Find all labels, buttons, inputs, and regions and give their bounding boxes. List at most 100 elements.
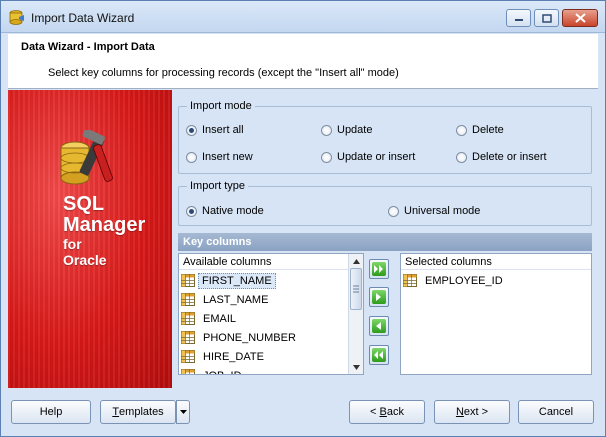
scroll-thumb[interactable]: [350, 268, 362, 310]
move-all-left-icon: [374, 351, 383, 359]
radio-button-icon: [388, 205, 399, 217]
radio-label: Delete: [472, 124, 504, 136]
radio-delete[interactable]: Delete: [456, 124, 504, 136]
product-name-line4: Oracle: [63, 252, 107, 268]
radio-label: Update: [337, 124, 373, 136]
database-wizard-icon: [9, 10, 24, 25]
templates-label-accel: T: [112, 406, 120, 418]
product-name-line2: Manager: [63, 214, 146, 236]
list-item-label: PHONE_NUMBER: [203, 331, 296, 344]
selected-columns-list[interactable]: Selected columns EMPLOYEE_ID: [400, 253, 592, 375]
radio-button-icon: [456, 124, 467, 136]
import-mode-group: Import mode: [178, 100, 592, 174]
radio-native-mode[interactable]: Native mode: [186, 205, 264, 217]
scroll-down-icon: [352, 364, 360, 370]
product-name-line1: SQL: [63, 193, 105, 215]
page-subtitle: Select key columns for processing record…: [48, 67, 399, 79]
radio-delete-or-insert[interactable]: Delete or insert: [456, 151, 547, 163]
cancel-button[interactable]: Cancel: [518, 400, 594, 424]
list-item-label: LAST_NAME: [203, 293, 269, 306]
title-bar[interactable]: Import Data Wizard: [1, 1, 605, 33]
radio-button-icon: [456, 151, 467, 163]
import-type-label: Import type: [187, 180, 249, 192]
minimize-icon: [514, 19, 523, 21]
move-right-button[interactable]: [369, 287, 389, 307]
list-item[interactable]: HIRE_DATE: [179, 347, 348, 366]
close-icon: [574, 13, 586, 23]
back-button[interactable]: < Back: [349, 400, 425, 424]
product-name: SQL Manager for Oracle: [63, 193, 146, 269]
list-item[interactable]: EMAIL: [179, 309, 348, 328]
key-columns-header: Key columns: [178, 233, 592, 251]
column-icon: [403, 274, 417, 287]
list-item[interactable]: EMPLOYEE_ID: [401, 271, 591, 290]
vertical-scrollbar[interactable]: [348, 254, 363, 374]
list-item-label: HIRE_DATE: [203, 350, 264, 363]
maximize-button[interactable]: [534, 9, 559, 27]
radio-button-icon: [186, 124, 197, 136]
column-icon: [181, 274, 195, 287]
column-icon: [181, 331, 195, 344]
radio-label: Update or insert: [337, 151, 416, 163]
radio-label: Native mode: [202, 205, 264, 217]
help-button[interactable]: Help: [11, 400, 91, 424]
column-icon: [181, 312, 195, 325]
list-item[interactable]: FIRST_NAME: [179, 271, 348, 290]
available-columns-list[interactable]: Available columns FIRST_NAME LAST_NAME EMA…: [178, 253, 364, 375]
column-icon: [181, 369, 195, 374]
list-item-label: JOB_ID: [198, 368, 247, 375]
radio-button-icon: [186, 151, 197, 163]
wizard-header: Data Wizard - Import Data Select key col…: [8, 34, 598, 89]
wizard-body: SQL Manager for Oracle Import mode Inser…: [8, 90, 598, 388]
available-columns-items: FIRST_NAME LAST_NAME EMAIL PHONE_NUMBER HIRE…: [179, 270, 348, 374]
import-data-wizard-window: Import Data Wizard Data Wizard - Import …: [0, 0, 606, 437]
list-item-label: EMPLOYEE_ID: [425, 274, 503, 287]
templates-button[interactable]: Templates: [100, 400, 176, 424]
move-left-icon: [376, 322, 381, 330]
radio-button-icon: [321, 151, 332, 163]
radio-label: Insert new: [202, 151, 253, 163]
import-mode-label: Import mode: [187, 100, 255, 112]
scroll-up-button[interactable]: [349, 254, 363, 268]
radio-label: Delete or insert: [472, 151, 547, 163]
page-title: Data Wizard - Import Data: [21, 41, 155, 53]
column-icon: [181, 293, 195, 306]
move-left-button[interactable]: [369, 316, 389, 336]
radio-update-or-insert[interactable]: Update or insert: [321, 151, 415, 163]
maximize-icon: [541, 13, 552, 23]
sql-manager-logo-icon: [60, 130, 113, 185]
available-columns-header: Available columns: [179, 254, 348, 270]
radio-update[interactable]: Update: [321, 124, 372, 136]
next-button[interactable]: Next >: [434, 400, 510, 424]
wizard-content: Import mode Insert all Update Delete Ins…: [172, 90, 598, 388]
selected-columns-header: Selected columns: [401, 254, 591, 270]
grip-icon: [353, 285, 359, 293]
column-icon: [181, 350, 195, 363]
move-right-icon: [376, 293, 381, 301]
selected-columns-items: EMPLOYEE_ID: [401, 270, 591, 290]
radio-button-icon: [186, 205, 197, 217]
list-item[interactable]: JOB_ID: [179, 366, 348, 374]
product-name-line3: for: [63, 236, 82, 252]
minimize-button[interactable]: [506, 9, 531, 27]
radio-insert-all[interactable]: Insert all: [186, 124, 244, 136]
move-all-right-button[interactable]: [369, 259, 389, 279]
move-all-left-button[interactable]: [369, 345, 389, 365]
product-banner: SQL Manager for Oracle: [8, 90, 172, 388]
radio-universal-mode[interactable]: Universal mode: [388, 205, 480, 217]
list-item[interactable]: PHONE_NUMBER: [179, 328, 348, 347]
list-item-label: EMAIL: [203, 312, 237, 325]
chevron-down-icon: [179, 409, 187, 414]
radio-insert-new[interactable]: Insert new: [186, 151, 253, 163]
radio-label: Insert all: [202, 124, 244, 136]
scroll-down-button[interactable]: [349, 360, 363, 374]
window-title: Import Data Wizard: [31, 11, 135, 25]
list-item[interactable]: LAST_NAME: [179, 290, 348, 309]
list-item-label: FIRST_NAME: [198, 272, 276, 289]
templates-label: emplates: [119, 406, 164, 418]
templates-dropdown-button[interactable]: [176, 400, 190, 424]
back-label: < Back: [370, 406, 404, 418]
close-button[interactable]: [562, 9, 598, 27]
move-all-right-icon: [374, 265, 383, 273]
wizard-footer: Help Templates < Back Next > Cancel: [1, 389, 605, 436]
